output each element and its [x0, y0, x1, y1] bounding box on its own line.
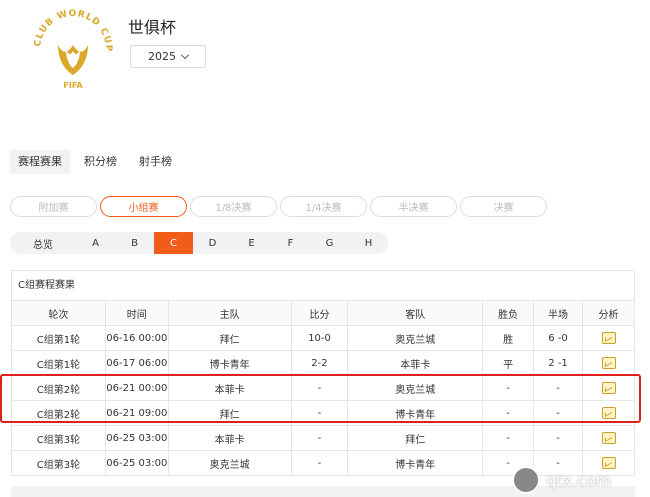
svg-text:CLUB WORLD CUP 25: CLUB WORLD CUP 25 — [28, 5, 113, 52]
col-away: 客队 — [347, 300, 484, 326]
cell-home[interactable]: 拜仁 — [167, 325, 292, 351]
stage-final[interactable]: 决赛 — [460, 196, 547, 217]
group-h[interactable]: H — [349, 232, 388, 254]
analysis-icon[interactable] — [601, 357, 616, 369]
stage-playoff[interactable]: 附加赛 — [10, 196, 97, 217]
col-home: 主队 — [167, 300, 292, 326]
cell-away[interactable]: 本菲卡 — [347, 350, 484, 376]
cell-time: 06-17 06:00 — [104, 350, 169, 376]
cell-home[interactable]: 博卡青年 — [167, 350, 292, 376]
group-a[interactable]: A — [76, 232, 115, 254]
table-caption: C组赛程赛果 — [11, 270, 635, 300]
col-round: 轮次 — [11, 300, 106, 326]
cell-score: 2-2 — [290, 350, 349, 376]
cell-time: 06-25 03:00 — [104, 450, 169, 476]
col-half: 半场 — [533, 300, 583, 326]
cell-away[interactable]: 博卡青年 — [347, 450, 484, 476]
cell-round: C组第3轮 — [11, 450, 106, 476]
page-title: 世俱杯 — [128, 18, 177, 37]
cell-result: - — [482, 425, 535, 451]
group-e[interactable]: E — [232, 232, 271, 254]
year-select[interactable]: 2025 — [130, 45, 206, 68]
cell-half: - — [533, 425, 583, 451]
col-time: 时间 — [104, 300, 169, 326]
watermark-text: qtx.com — [546, 470, 612, 490]
group-overview[interactable]: 总览 — [10, 232, 76, 254]
table-row: C组第3轮 06-25 03:00 本菲卡 - 拜仁 - - — [11, 425, 635, 451]
stage-selector: 附加赛 小组赛 1/8决赛 1/4决赛 半决赛 决赛 — [10, 196, 547, 217]
table-header-row: 轮次 时间 主队 比分 客队 胜负 半场 分析 — [11, 300, 635, 326]
cell-analysis — [582, 425, 635, 451]
cell-score: 10-0 — [290, 325, 349, 351]
stage-group[interactable]: 小组赛 — [100, 196, 187, 217]
group-g[interactable]: G — [310, 232, 349, 254]
cell-result: 平 — [482, 350, 535, 376]
group-b[interactable]: B — [115, 232, 154, 254]
stage-quarterfinal[interactable]: 1/4决赛 — [280, 196, 367, 217]
analysis-icon[interactable] — [601, 432, 616, 444]
cell-away[interactable]: 奥克兰城 — [347, 325, 484, 351]
year-select-value: 2025 — [148, 50, 176, 63]
group-d[interactable]: D — [193, 232, 232, 254]
chevron-down-icon — [180, 50, 190, 60]
col-score: 比分 — [290, 300, 349, 326]
highlight-box — [0, 374, 641, 423]
tab-standings[interactable]: 积分榜 — [76, 150, 125, 174]
watermark: qtx.com — [512, 464, 640, 496]
tab-scorers[interactable]: 射手榜 — [131, 150, 180, 174]
cell-round: C组第1轮 — [11, 350, 106, 376]
cell-score: - — [290, 425, 349, 451]
table-row: C组第1轮 06-17 06:00 博卡青年 2-2 本菲卡 平 2 -1 — [11, 350, 635, 376]
stage-semifinal[interactable]: 半决赛 — [370, 196, 457, 217]
cell-result: 胜 — [482, 325, 535, 351]
stage-round-of-16[interactable]: 1/8决赛 — [190, 196, 277, 217]
cell-round: C组第1轮 — [11, 325, 106, 351]
cell-home[interactable]: 本菲卡 — [167, 425, 292, 451]
cell-away[interactable]: 拜仁 — [347, 425, 484, 451]
col-analysis: 分析 — [582, 300, 635, 326]
logo-fifa: FIFA — [63, 81, 83, 90]
cell-analysis — [582, 350, 635, 376]
cell-home[interactable]: 奥克兰城 — [167, 450, 292, 476]
cell-round: C组第3轮 — [11, 425, 106, 451]
club-world-cup-logo: CLUB WORLD CUP 25 FIFA — [24, 0, 118, 93]
group-c[interactable]: C — [154, 232, 193, 254]
main-tabs: 赛程赛果 积分榜 射手榜 — [10, 150, 186, 174]
group-f[interactable]: F — [271, 232, 310, 254]
logo-text: CLUB WORLD CUP 25 — [24, 0, 112, 52]
cell-analysis — [582, 325, 635, 351]
cell-time: 06-25 03:00 — [104, 425, 169, 451]
analysis-icon[interactable] — [601, 332, 616, 344]
group-selector: 总览 A B C D E F G H — [10, 232, 388, 254]
cell-score: - — [290, 450, 349, 476]
soccer-ball-icon — [512, 466, 540, 494]
table-row: C组第1轮 06-16 00:00 拜仁 10-0 奥克兰城 胜 6 -0 — [11, 325, 635, 351]
col-result: 胜负 — [482, 300, 535, 326]
cell-time: 06-16 00:00 — [104, 325, 169, 351]
cell-half: 6 -0 — [533, 325, 583, 351]
tab-schedule[interactable]: 赛程赛果 — [10, 150, 70, 174]
cell-half: 2 -1 — [533, 350, 583, 376]
